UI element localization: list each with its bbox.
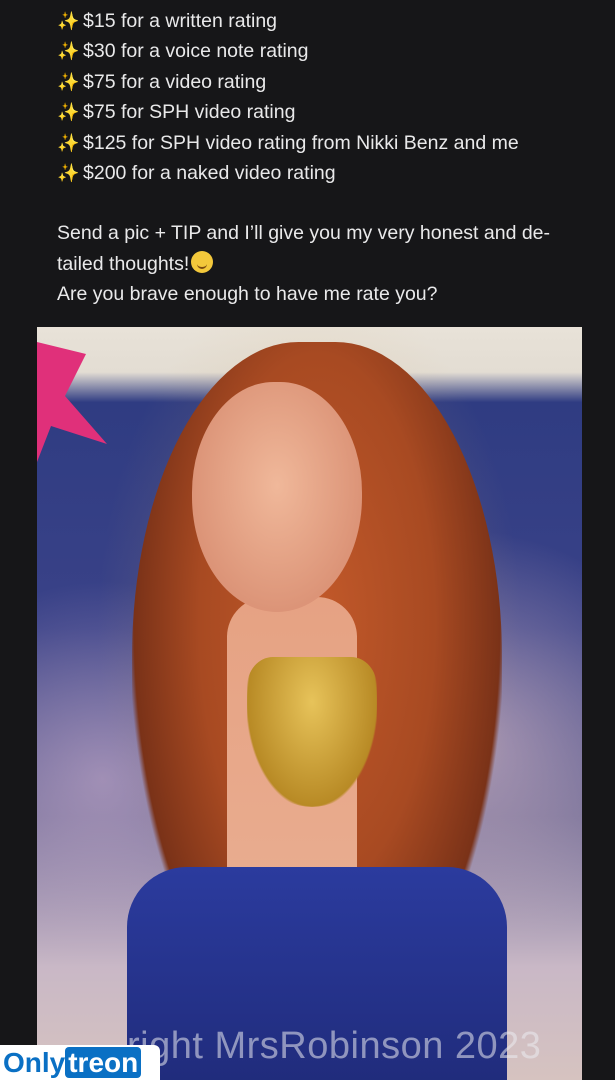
photo-subject-face bbox=[192, 382, 362, 612]
sparkles-icon: ✨ bbox=[57, 163, 80, 184]
logo-part-2: treon bbox=[65, 1047, 142, 1078]
body-line-text: tailed thoughts! bbox=[57, 252, 190, 275]
sparkles-icon: ✨ bbox=[57, 11, 80, 31]
price-line: ✨ $15 for a written rating bbox=[57, 6, 577, 36]
price-line: ✨ $75 for SPH video rating bbox=[57, 97, 577, 127]
post-photo[interactable] bbox=[37, 327, 582, 1080]
smirking-face-icon bbox=[191, 250, 214, 273]
site-logo[interactable]: Only treon bbox=[0, 1045, 160, 1080]
body-line: tailed thoughts! bbox=[57, 249, 577, 279]
logo-part-1: Only bbox=[3, 1047, 66, 1078]
sparkles-icon: ✨ bbox=[57, 132, 80, 153]
pink-star-decoration bbox=[37, 342, 107, 462]
body-line: Send a pic + TIP and I’ll give you my ve… bbox=[57, 222, 551, 245]
sparkles-icon: ✨ bbox=[57, 71, 80, 92]
price-line-text: $200 for a naked video rating bbox=[83, 162, 336, 185]
sparkles-icon: ✨ bbox=[57, 102, 80, 123]
price-line: ✨ $30 for a voice note rating bbox=[57, 36, 577, 66]
price-line: ✨ $200 for a naked video rating bbox=[57, 158, 577, 188]
price-line-text: $30 for a voice note rating bbox=[83, 40, 309, 63]
price-line-text: $75 for a video rating bbox=[83, 70, 267, 93]
price-line-text: $125 for SPH video rating from Nikki Ben… bbox=[83, 131, 519, 154]
price-line: ✨ $125 for SPH video rating from Nikki Be… bbox=[57, 128, 577, 158]
price-line: ✨ $75 for a video rating bbox=[57, 67, 577, 97]
price-line-text: $75 for SPH video rating bbox=[83, 101, 296, 124]
post-caption: ✨ $15 for a written rating ✨ $30 for a voi… bbox=[57, 6, 577, 310]
photo-subject-necklace bbox=[247, 657, 377, 807]
sparkles-icon: ✨ bbox=[57, 41, 80, 62]
body-line: Are you brave enough to have me rate you… bbox=[57, 283, 438, 306]
photo-watermark: right MrsRobinson 2023 bbox=[127, 1025, 542, 1067]
price-line-text: $15 for a written rating bbox=[83, 10, 278, 32]
